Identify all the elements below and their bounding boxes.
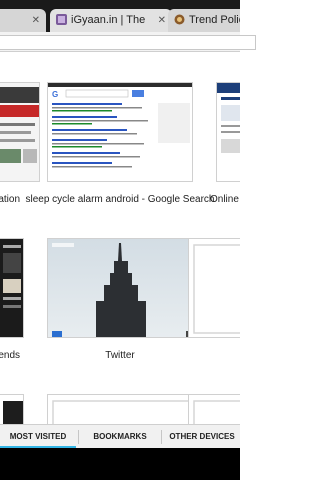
bottom-nav: MOST VISITED BOOKMARKS OTHER DEVICES xyxy=(0,424,240,449)
tab-bookmarks[interactable]: BOOKMARKS xyxy=(80,425,160,449)
thumbnail-caption: rends xyxy=(0,350,20,361)
thumbnail-site-2[interactable]: G xyxy=(47,82,193,182)
tab-most-visited[interactable]: MOST VISITED xyxy=(0,425,76,449)
tab-title: Trend Police xyxy=(189,14,240,26)
divider xyxy=(161,430,162,444)
close-icon[interactable]: ✕ xyxy=(158,9,166,32)
thumbnail-site-5[interactable] xyxy=(47,238,193,338)
thumbnail-site-3[interactable] xyxy=(216,82,240,182)
thumbnail-site-1[interactable] xyxy=(0,82,40,182)
site-favicon-icon xyxy=(56,13,67,25)
tab-other-devices[interactable]: OTHER DEVICES xyxy=(164,425,240,449)
thumbnail-caption: mation xyxy=(0,194,20,205)
url-bar xyxy=(0,32,256,52)
site-favicon-icon xyxy=(174,14,185,25)
tab-title: iGyaan.in | The xyxy=(71,14,146,26)
thumbnail-caption: Twitter xyxy=(105,350,135,361)
thumbnail-site-7[interactable] xyxy=(0,394,24,424)
tab-strip: ✕ iGyaan.in | The ✕ Trend Police xyxy=(0,0,240,32)
thumbnail-site-4[interactable] xyxy=(0,238,24,338)
thumbnail-caption: sleep cycle alarm android - Google Searc… xyxy=(25,194,215,205)
close-icon[interactable]: ✕ xyxy=(32,9,40,32)
thumbnail-site-8[interactable] xyxy=(47,394,193,424)
thumbnail-site-9[interactable] xyxy=(188,394,240,424)
thumbnail-site-6[interactable] xyxy=(188,238,240,338)
system-navigation-bar xyxy=(0,448,240,480)
divider xyxy=(78,430,79,444)
svg-text:G: G xyxy=(52,90,58,99)
most-visited-grid: mation G sleep cycle alarm android xyxy=(0,52,240,424)
browser-tab-3[interactable]: Trend Police xyxy=(168,9,240,32)
thumbnail-caption: Online S xyxy=(210,194,240,205)
browser-tab-2[interactable]: iGyaan.in | The ✕ xyxy=(50,9,172,32)
browser-tab-1[interactable]: ✕ xyxy=(0,9,46,32)
url-input[interactable] xyxy=(0,35,256,50)
